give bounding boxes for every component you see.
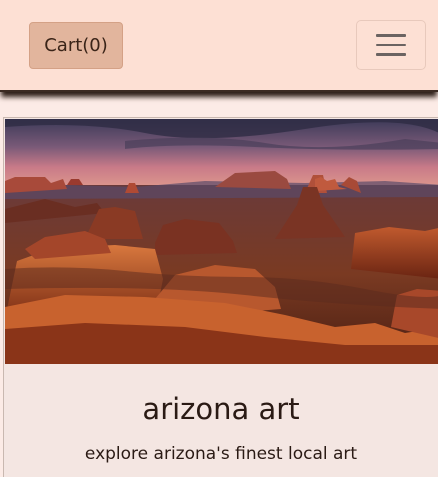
card-text: explore arizona's finest local art [84,444,358,464]
product-card: arizona art explore arizona's finest loc… [3,117,438,477]
card-title: arizona art [142,392,300,426]
hero-image [5,119,438,364]
hamburger-menu-icon [376,53,406,56]
cart-button[interactable]: Cart(0) [29,22,123,69]
hamburger-menu-icon [376,43,406,47]
navbar-toggler-button[interactable] [356,20,426,70]
navbar: Cart(0) [0,0,438,92]
hamburger-menu-icon [376,34,406,37]
